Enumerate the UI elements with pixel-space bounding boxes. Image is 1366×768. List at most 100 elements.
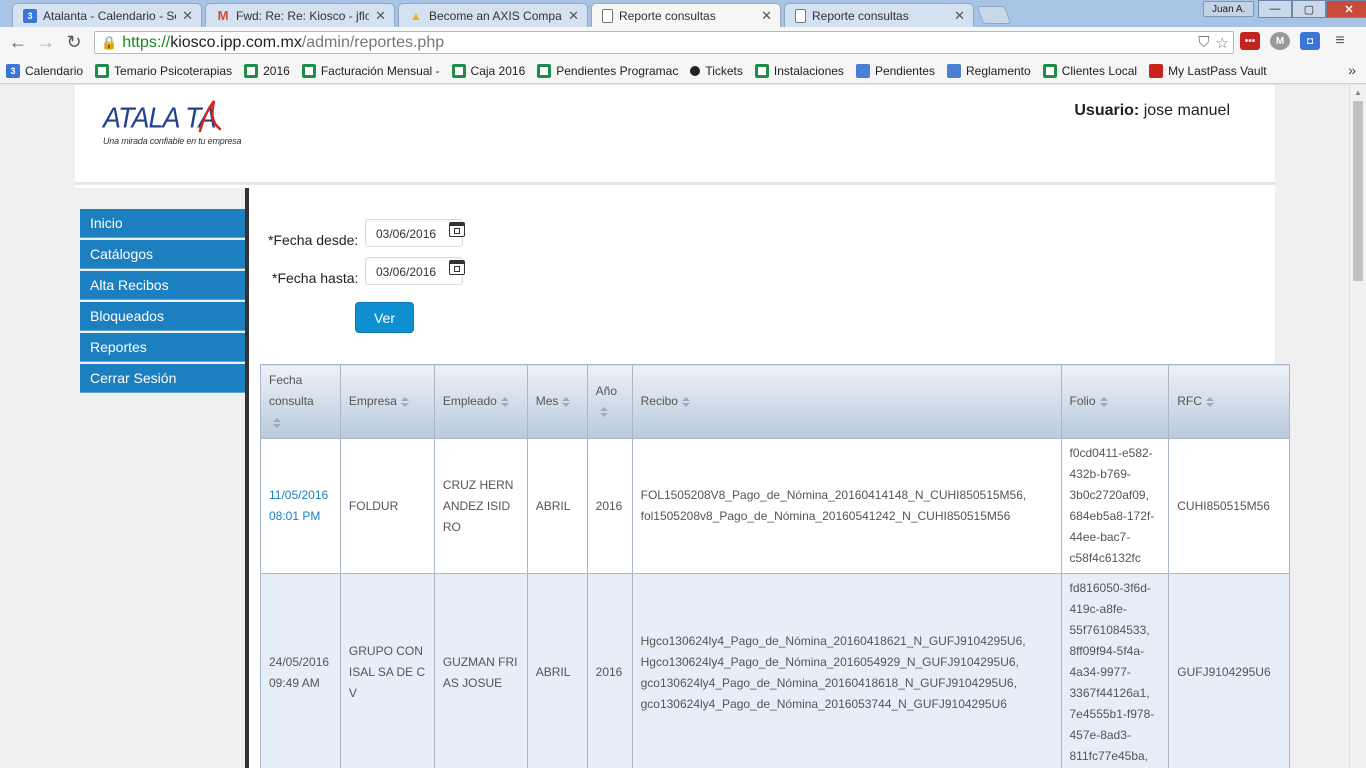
bookmark-label: Calendario	[25, 63, 84, 78]
scrollbar-thumb[interactable]	[1353, 101, 1363, 281]
cell-rfc: GUFJ9104295U6	[1168, 573, 1290, 768]
fecha-hasta-value: 03/06/2016	[376, 265, 437, 279]
bookmark-item[interactable]: Facturación Mensual -	[301, 63, 440, 78]
new-tab-button[interactable]	[976, 6, 1012, 24]
fecha-hasta-label: *Fecha hasta:	[272, 270, 359, 286]
lastpass-extension-icon[interactable]: •••	[1240, 32, 1260, 50]
sidebar-item-alta-recibos[interactable]: Alta Recibos	[80, 271, 245, 300]
profile-button[interactable]: Juan A.	[1203, 1, 1255, 17]
close-tab-icon[interactable]: ✕	[954, 8, 965, 24]
report-table: Fecha consulta Empresa Empleado Mes Año …	[260, 364, 1290, 768]
bookmark-item[interactable]: My LastPass Vault	[1149, 63, 1267, 78]
ver-button[interactable]: Ver	[355, 302, 414, 333]
maximize-button[interactable]: ▢	[1292, 0, 1326, 18]
sort-icon	[599, 407, 608, 418]
cast-extension-icon[interactable]: ◘	[1300, 32, 1320, 50]
mega-extension-icon[interactable]: M	[1270, 32, 1290, 50]
sidebar-item-catalogos[interactable]: Catálogos	[80, 240, 245, 269]
column-header-recibo[interactable]: Recibo	[631, 364, 1062, 439]
menu-icon[interactable]: ≡	[1330, 32, 1350, 50]
tickets-icon	[690, 65, 701, 76]
page-container: ATALA TA Una mirada confiable en tu empr…	[75, 85, 1290, 768]
bookmarks-overflow-button[interactable]: »	[1348, 62, 1356, 78]
close-window-button[interactable]: ✕	[1326, 0, 1366, 18]
browser-tab[interactable]: Reporte consultas ✕	[784, 3, 974, 27]
tab-title: Atalanta - Calendario - Se	[43, 8, 177, 23]
browser-tab[interactable]: ▲ Become an AXIS Compani ✕	[398, 3, 588, 27]
tab-title: Reporte consultas	[619, 8, 716, 23]
bookmark-item[interactable]: 2016	[244, 63, 290, 78]
logo-tagline: Una mirada confiable en tu empresa	[103, 136, 242, 146]
bookmark-label: My LastPass Vault	[1168, 63, 1267, 78]
lastpass-icon	[1149, 63, 1164, 78]
cell-empleado: GUZMAN FRIAS JOSUE	[433, 573, 528, 768]
minimize-button[interactable]: —	[1258, 0, 1292, 18]
column-header-empresa[interactable]: Empresa	[339, 364, 435, 439]
sort-icon	[681, 396, 690, 407]
column-header-empleado[interactable]: Empleado	[433, 364, 528, 439]
column-header-fecha[interactable]: Fecha consulta	[260, 364, 341, 439]
tab-title: Become an AXIS Compani	[429, 8, 563, 23]
page-header: ATALA TA Una mirada confiable en tu empr…	[75, 85, 1275, 185]
shield-icon[interactable]: ⛉	[1198, 34, 1209, 52]
bookmark-item[interactable]: Reglamento	[946, 63, 1031, 78]
bookmark-item[interactable]: Temario Psicoterapias	[95, 63, 232, 78]
atalanta-logo[interactable]: ATALA TA Una mirada confiable en tu empr…	[103, 100, 253, 158]
close-tab-icon[interactable]: ✕	[182, 8, 193, 24]
calendar-icon[interactable]	[449, 260, 465, 275]
bookmark-item[interactable]: Pendientes	[855, 63, 935, 78]
cell-recibo: FOL1505208V8_Pago_de_Nómina_20160414148_…	[631, 438, 1062, 574]
calendar-icon[interactable]	[449, 222, 465, 237]
column-header-rfc[interactable]: RFC	[1168, 364, 1290, 439]
sidebar-item-cerrar-sesion[interactable]: Cerrar Sesión	[80, 364, 245, 393]
bookmark-item[interactable]: Pendientes Programac	[537, 63, 678, 78]
spreadsheet-icon	[301, 63, 316, 78]
url-host: kiosco.ipp.com.mx	[170, 33, 302, 51]
sidebar-item-inicio[interactable]: Inicio	[80, 209, 245, 238]
forward-button[interactable]: →	[32, 29, 60, 57]
cell-empresa: FOLDUR	[339, 438, 435, 574]
page-icon	[795, 8, 806, 23]
page-viewport: ATALA TA Una mirada confiable en tu empr…	[0, 85, 1349, 768]
bookmark-item[interactable]: Caja 2016	[451, 63, 525, 78]
reload-button[interactable]: ↻	[60, 29, 88, 57]
browser-tab[interactable]: M Fwd: Re: Re: Kiosco - jflore ✕	[205, 3, 395, 27]
logo-swoosh-icon	[198, 100, 222, 133]
user-label: Usuario:	[1074, 102, 1140, 119]
bookmark-label: Tickets	[705, 63, 743, 78]
scroll-up-icon[interactable]: ▲	[1354, 88, 1362, 97]
bookmark-item[interactable]: Tickets	[690, 64, 743, 78]
close-tab-icon[interactable]: ✕	[568, 8, 579, 24]
close-tab-icon[interactable]: ✕	[375, 8, 386, 24]
calendar-icon: 3	[23, 8, 37, 23]
cell-rfc: CUHI850515M56	[1168, 438, 1290, 574]
table-row: 24/05/2016 09:49 AM GRUPO CONISAL SA DE …	[260, 573, 1290, 768]
bookmark-item[interactable]: 3 Calendario	[6, 63, 84, 78]
bookmarks-bar: 3 Calendario Temario Psicoterapias 2016 Fact…	[0, 58, 1366, 84]
back-button[interactable]: ←	[4, 29, 32, 57]
user-name: jose manuel	[1143, 102, 1230, 119]
address-bar[interactable]: 🔒 https:// kiosco.ipp.com.mx /admin/repo…	[94, 31, 1234, 54]
bookmark-item[interactable]: Clientes Local	[1042, 63, 1137, 78]
browser-tab[interactable]: 3 Atalanta - Calendario - Se ✕	[12, 3, 202, 27]
fecha-hasta-input[interactable]: 03/06/2016	[365, 257, 465, 285]
tab-title: Fwd: Re: Re: Kiosco - jflore	[236, 8, 370, 23]
calendar-icon: 3	[6, 63, 20, 78]
column-header-folio[interactable]: Folio	[1060, 364, 1170, 439]
lock-icon: 🔒	[101, 34, 118, 50]
column-header-mes[interactable]: Mes	[526, 364, 588, 439]
cell-mes: ABRIL	[526, 438, 588, 574]
close-tab-icon[interactable]: ✕	[761, 8, 772, 24]
browser-tab[interactable]: Reporte consultas ✕	[591, 3, 781, 27]
bookmark-star-icon[interactable]: ☆	[1216, 34, 1229, 52]
spreadsheet-icon	[1042, 63, 1057, 78]
sidebar-item-reportes[interactable]: Reportes	[80, 333, 245, 362]
sidebar-item-bloqueados[interactable]: Bloqueados	[80, 302, 245, 331]
page-scrollbar[interactable]: ▲	[1349, 85, 1366, 768]
tab-title: Reporte consultas	[812, 8, 909, 23]
column-header-anio[interactable]: Año	[586, 364, 633, 439]
fecha-desde-input[interactable]: 03/06/2016	[365, 219, 465, 247]
sort-icon	[500, 396, 509, 407]
cell-empresa: GRUPO CONISAL SA DE CV	[339, 573, 435, 768]
bookmark-item[interactable]: Instalaciones	[754, 63, 844, 78]
